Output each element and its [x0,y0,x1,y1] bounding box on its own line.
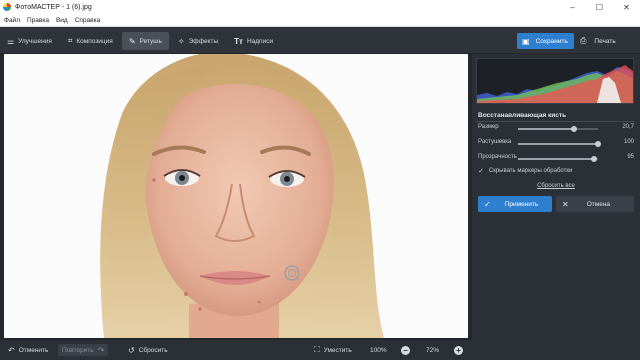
slider-fill [518,158,594,160]
brush-icon: ✎ [128,36,136,46]
menu-view[interactable]: Вид [56,17,68,24]
floppy-disk-icon: ▣ [522,36,530,46]
bottom-bar: ↶ Отменить Повторить ↷ ↺ Сбросить ⛶ Умес… [0,340,472,360]
menu-help[interactable]: Справка [75,17,101,24]
undo-label: Отменить [18,346,49,354]
redo-icon: ↷ [97,345,105,355]
sliders-icon: ⚌ [7,36,15,46]
tab-label: Надписи [246,37,274,45]
slider-label: Размер [478,124,499,130]
checkmark-icon: ✓ [478,168,484,175]
menu-bar: Файл Правка Вид Справка [0,14,640,27]
zoom-value: 72% [426,346,440,354]
fit-screen-icon: ⛶ [314,345,320,354]
minimize-button[interactable]: – [559,0,586,14]
tab-label: Композиция [76,37,113,45]
window-controls: – ☐ ✕ [559,0,640,14]
crop-icon: ⌗ [67,36,73,45]
printer-icon: ⎙ [580,36,587,45]
cancel-label: Отмена [586,200,611,208]
tab-composition[interactable]: ⌗ Композиция [61,32,120,50]
tab-label: Ретушь [139,37,162,45]
feather-slider[interactable] [518,141,601,147]
reset-button[interactable]: ↺ Сбросить [128,344,168,356]
close-button[interactable]: ✕ [613,0,640,14]
zoom-100-label: 100% [370,346,387,354]
zoom-level: 72% [426,344,439,356]
menu-edit[interactable]: Правка [27,17,49,24]
undo-button[interactable]: ↶ Отменить [8,344,48,356]
magic-wand-icon: ✧ [177,36,185,46]
panel-title: Восстанавливающая кисть [478,112,567,119]
redo-label: Повторить [62,346,94,354]
minus-icon: − [401,345,410,355]
checkmark-icon: ✓ [484,199,491,209]
right-panel: Восстанавливающая кисть Размер 20,7 Раст… [472,54,640,360]
zoom-out-button[interactable]: − [401,344,410,356]
menu-file[interactable]: Файл [4,17,20,24]
histogram [476,58,634,104]
fit-label: Уместить [323,346,352,354]
opacity-slider[interactable] [518,156,598,162]
close-icon: ✕ [562,199,569,209]
redo-button[interactable]: Повторить ↷ [58,344,109,356]
divider [476,121,634,122]
maximize-button[interactable]: ☐ [586,0,613,14]
window-title: ФотоМАСТЕР - 1 (6).jpg [15,3,92,11]
title-bar: ФотоМАСТЕР - 1 (6).jpg – ☐ ✕ [0,0,640,14]
tab-enhancements[interactable]: ⚌ Улучшения [0,32,59,50]
slider-value: 95 [627,154,634,160]
size-slider-row: Размер 20,7 [478,124,634,134]
checkbox-label: Скрывать маркеры обработки [488,168,573,174]
zoom-in-button[interactable]: + [454,344,463,356]
feather-slider-row: Растушевка 100 [478,139,634,149]
save-label: Сохранить [535,37,568,45]
canvas-area [0,54,472,340]
portrait-photo [4,54,468,338]
tab-bar: ⚌ Улучшения ⌗ Композиция ✎ Ретушь ✧ Эффе… [0,32,282,50]
plus-icon: + [454,345,463,355]
slider-label: Растушевка [478,139,512,145]
save-button[interactable]: ▣ Сохранить [517,33,574,49]
slider-fill [518,143,598,145]
size-slider[interactable] [518,126,598,132]
hide-markers-checkbox[interactable]: ✓ Скрывать маркеры обработки [478,167,572,175]
text-icon: Tт [234,36,243,46]
slider-label: Прозрачность [478,154,517,160]
apply-button[interactable]: ✓ Применить [478,196,552,212]
slider-thumb[interactable] [591,156,597,162]
print-button[interactable]: ⎙ Печать [580,33,616,49]
tab-label: Эффекты [188,37,219,45]
tab-effects[interactable]: ✧ Эффекты [171,32,225,50]
print-label: Печать [594,37,616,45]
photo-canvas[interactable] [4,54,468,338]
fit-button[interactable]: ⛶ Уместить [314,344,352,356]
tab-retouch[interactable]: ✎ Ретушь [121,32,169,50]
opacity-slider-row: Прозрачность 95 [478,154,634,164]
slider-value: 100 [623,139,634,145]
app-logo-icon [3,3,11,11]
histogram-graph [477,65,633,103]
undo-icon: ↶ [8,345,15,355]
zoom-100-button[interactable]: 100% [370,344,387,356]
reset-all-link[interactable]: Сбросить все [472,183,640,189]
slider-thumb[interactable] [571,126,577,132]
slider-value: 20,7 [622,124,634,130]
main-toolbar: ⚌ Улучшения ⌗ Композиция ✎ Ретушь ✧ Эффе… [0,28,640,54]
tab-label: Улучшения [18,37,52,45]
tab-captions[interactable]: Tт Надписи [227,32,280,50]
reset-icon: ↺ [128,345,135,355]
reset-label: Сбросить [138,346,168,354]
slider-thumb[interactable] [595,141,601,147]
cancel-button[interactable]: ✕ Отмена [556,196,634,212]
apply-label: Применить [504,200,539,208]
slider-fill [518,128,574,130]
